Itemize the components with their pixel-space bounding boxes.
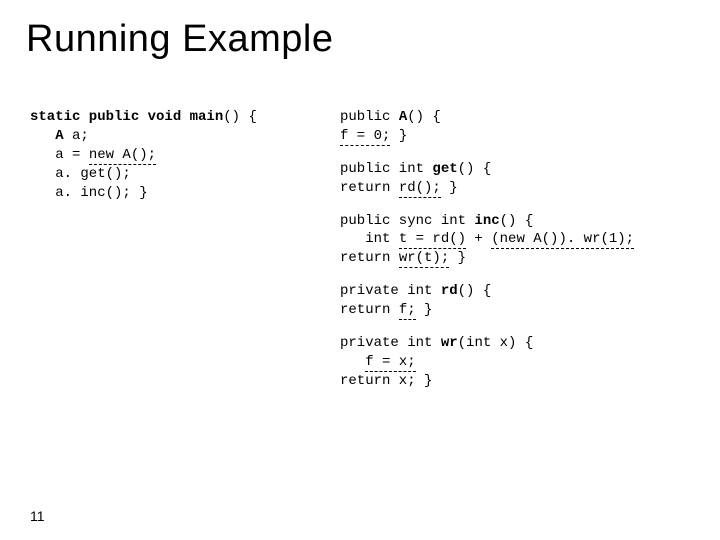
t: a = <box>30 147 89 163</box>
t: public <box>340 109 399 125</box>
underline: rd(); <box>399 180 441 198</box>
t: get <box>432 161 457 177</box>
t: return <box>340 250 399 266</box>
code-get: public int get() { return rd(); } <box>340 160 708 198</box>
underline: wr(t); <box>399 250 449 268</box>
t: static public void main <box>30 109 223 125</box>
t: A <box>399 109 407 125</box>
t: () { <box>458 161 492 177</box>
t: () { <box>407 109 441 125</box>
t: (int x) { <box>458 335 534 351</box>
t: + <box>466 231 491 247</box>
slide: Running Example static public void main(… <box>0 0 720 540</box>
code-rd: private int rd() { return f; } <box>340 282 708 320</box>
slide-title: Running Example <box>26 18 333 61</box>
t: wr <box>441 335 458 351</box>
t: private int <box>340 335 441 351</box>
t <box>340 354 365 370</box>
underline: f; <box>399 302 416 320</box>
t: } <box>441 180 458 196</box>
code-left-column: static public void main() { A a; a = new… <box>30 108 340 216</box>
t: } <box>449 250 466 266</box>
t: return <box>340 302 399 318</box>
t: return x; } <box>340 373 432 389</box>
t: a; <box>64 128 89 144</box>
code-right-column: public A() { f = 0; } public int get() {… <box>340 108 708 405</box>
code-inc: public sync int inc() { int t = rd() + (… <box>340 212 708 269</box>
t: () { <box>223 109 257 125</box>
code-area: static public void main() { A a; a = new… <box>30 108 708 405</box>
t: () { <box>458 283 492 299</box>
code-constructor: public A() { f = 0; } <box>340 108 708 146</box>
t: } <box>390 128 407 144</box>
code-main: static public void main() { A a; a = new… <box>30 108 340 202</box>
underline: t = rd() <box>399 231 466 249</box>
underline: new A(); <box>89 147 156 165</box>
t: () { <box>500 213 534 229</box>
code-wr: private int wr(int x) { f = x; return x;… <box>340 334 708 391</box>
underline: (new A()). wr(1); <box>491 231 634 249</box>
t: } <box>416 302 433 318</box>
t: private int <box>340 283 441 299</box>
t: public int <box>340 161 432 177</box>
t: A <box>30 128 64 144</box>
t: int <box>340 231 399 247</box>
t: return <box>340 180 399 196</box>
t: public sync int <box>340 213 474 229</box>
t: rd <box>441 283 458 299</box>
t: a. inc(); } <box>30 185 148 201</box>
page-number: 11 <box>30 508 45 524</box>
underline: f = x; <box>365 354 415 372</box>
underline: f = 0; <box>340 128 390 146</box>
t: a. get(); <box>30 166 131 182</box>
t: inc <box>474 213 499 229</box>
